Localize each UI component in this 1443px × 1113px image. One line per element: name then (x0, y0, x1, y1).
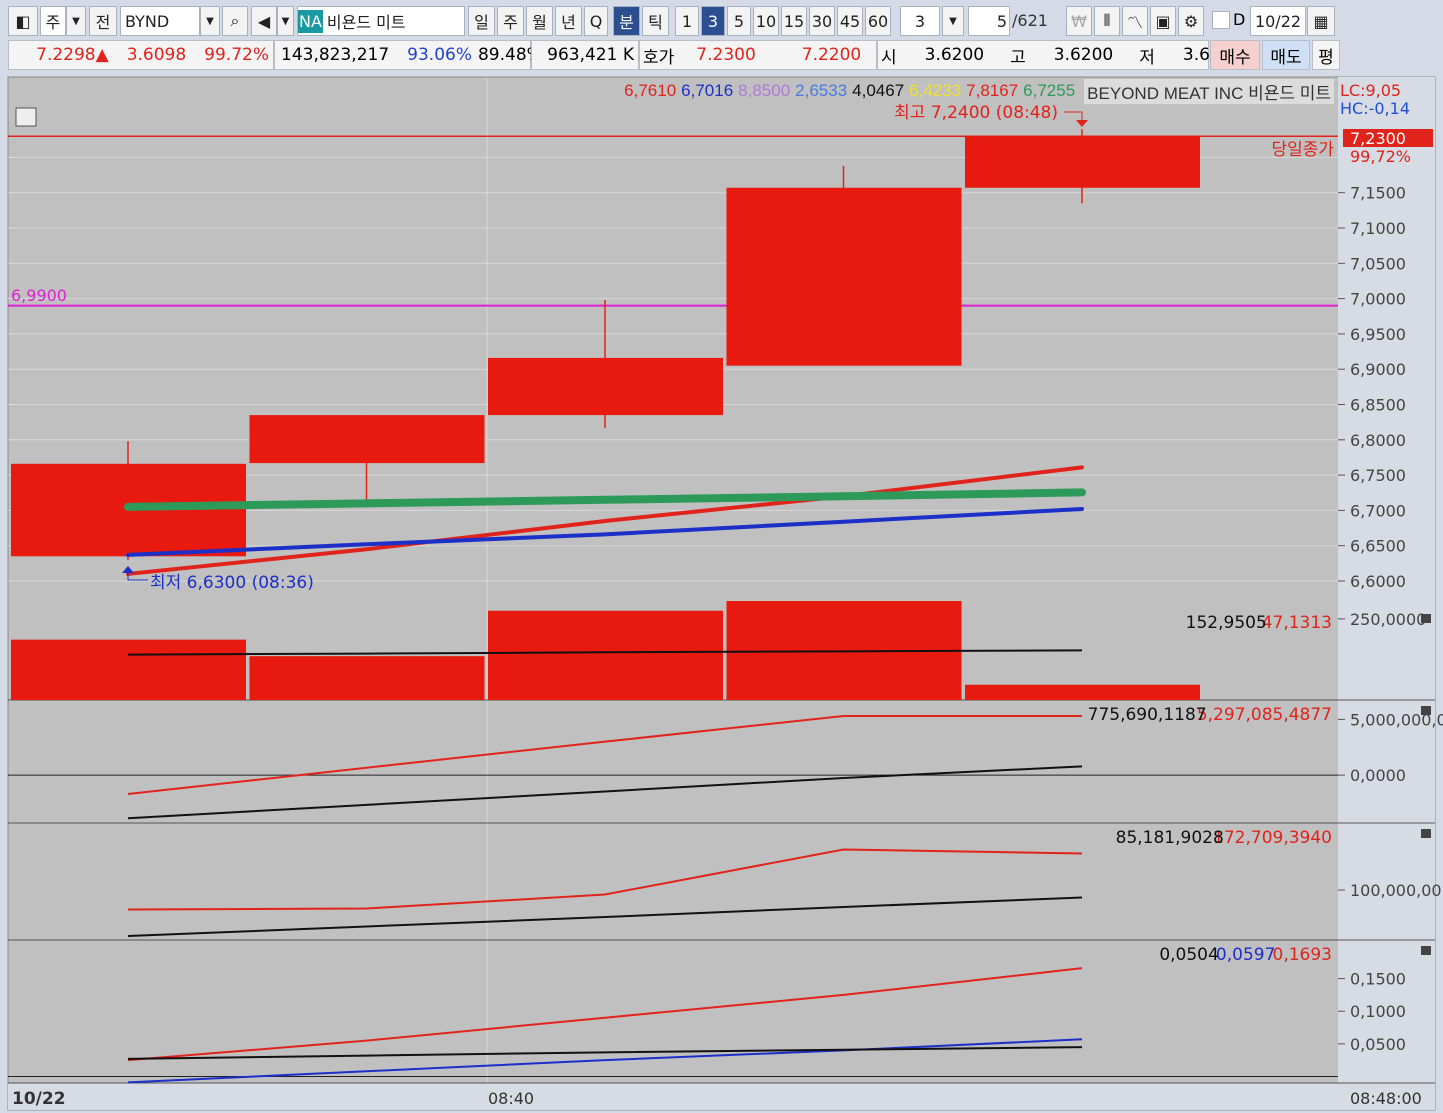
y-tick-label: 250,0000 (1350, 610, 1426, 629)
panel-legend-value: 775,690,1187 (1088, 705, 1207, 725)
close-price-tag: 7,2300 (1350, 129, 1406, 148)
y-tick-label: 0,1500 (1350, 970, 1406, 989)
y-tick-label: 6,7500 (1350, 466, 1406, 485)
y-tick-label: 7,1000 (1350, 219, 1406, 238)
legend-value: 2,6533 (795, 81, 848, 100)
axis-time-mid: 08:40 (488, 1089, 534, 1108)
y-tick-label: 6,7000 (1350, 501, 1406, 520)
legend-value: 6,7610 (624, 81, 677, 100)
volume-bar (249, 656, 485, 700)
close-label: 당일종가 (1271, 140, 1334, 160)
axis-date: 10/22 (12, 1089, 66, 1109)
axis-time-end: 08:48:00 (1350, 1089, 1422, 1108)
grid-toggle-icon[interactable] (15, 107, 37, 127)
y-tick-label: 7,0000 (1350, 290, 1406, 309)
y-tick-label: 0,0000 (1350, 766, 1406, 785)
y-tick-label: 100,000,00 (1350, 881, 1442, 900)
y-tick-label: 6,8000 (1350, 431, 1406, 450)
close-rate: 99,72% (1350, 147, 1411, 166)
y-tick-label: 6,6000 (1350, 572, 1406, 591)
volume-bar (11, 639, 246, 700)
hc-value: HC:-0,14 (1340, 99, 1410, 118)
y-tick-label: 5,000,000,0 (1350, 710, 1443, 729)
y-tick-label: 6,6500 (1350, 537, 1406, 556)
panel-close-icon (1421, 829, 1431, 838)
panel-legend-value: 5,297,085,4877 (1197, 705, 1332, 725)
y-tick-label: 7,1500 (1350, 184, 1406, 203)
y-tick-label: 6,9000 (1350, 360, 1406, 379)
legend-value: 6,4233 (909, 81, 962, 100)
y-tick-label: 7,0500 (1350, 254, 1406, 273)
candle-body (965, 136, 1200, 188)
panel-legend-value: 0,0597 (1216, 945, 1275, 965)
panel-legend-value: 172,709,3940 (1213, 828, 1332, 848)
volume-bar (965, 684, 1200, 700)
candle-body (249, 415, 485, 464)
y-tick-label: 0,0500 (1350, 1035, 1406, 1054)
chart-title: BEYOND MEAT INC 비욘드 미트 (1084, 78, 1334, 104)
chart-legend: 6,7610 6,7016 8,8500 2,6533 4,0467 6,423… (624, 78, 1334, 104)
candle-body (726, 187, 962, 366)
candle-body (488, 357, 723, 416)
y-tick-label: 0,1000 (1350, 1002, 1406, 1021)
hline-label: 6,9900 (11, 286, 67, 305)
panel-legend-value: 47,1313 (1262, 613, 1332, 633)
panel-legend-value: 0,0504 (1159, 945, 1218, 965)
panel-legend-value: 0,1693 (1273, 945, 1332, 965)
lc-value: LC:9,05 (1340, 81, 1401, 100)
legend-value: 4,0467 (852, 81, 905, 100)
y-tick-label: 6,8500 (1350, 396, 1406, 415)
legend-value: 6,7255 (1023, 81, 1076, 100)
chart-area[interactable]: 7,1500 7,1000 7,0500 7,0000 6,9500 6,9000 6,85… (0, 0, 1443, 1113)
high-annotation: 최고 7,2400 (08:48) (894, 103, 1058, 123)
volume-bar (488, 610, 723, 700)
panel-legend-value: 85,181,9028 (1116, 828, 1224, 848)
y-tick-label: 6,9500 (1350, 325, 1406, 344)
legend-value: 7,8167 (966, 81, 1019, 100)
legend-value: 8,8500 (738, 81, 791, 100)
legend-value: 6,7016 (681, 81, 734, 100)
panel-legend-value: 152,9505 (1186, 613, 1267, 633)
panel-close-icon (1421, 946, 1431, 955)
low-annotation: 최저 6,6300 (08:36) (150, 573, 314, 593)
time-axis (8, 1083, 1435, 1110)
